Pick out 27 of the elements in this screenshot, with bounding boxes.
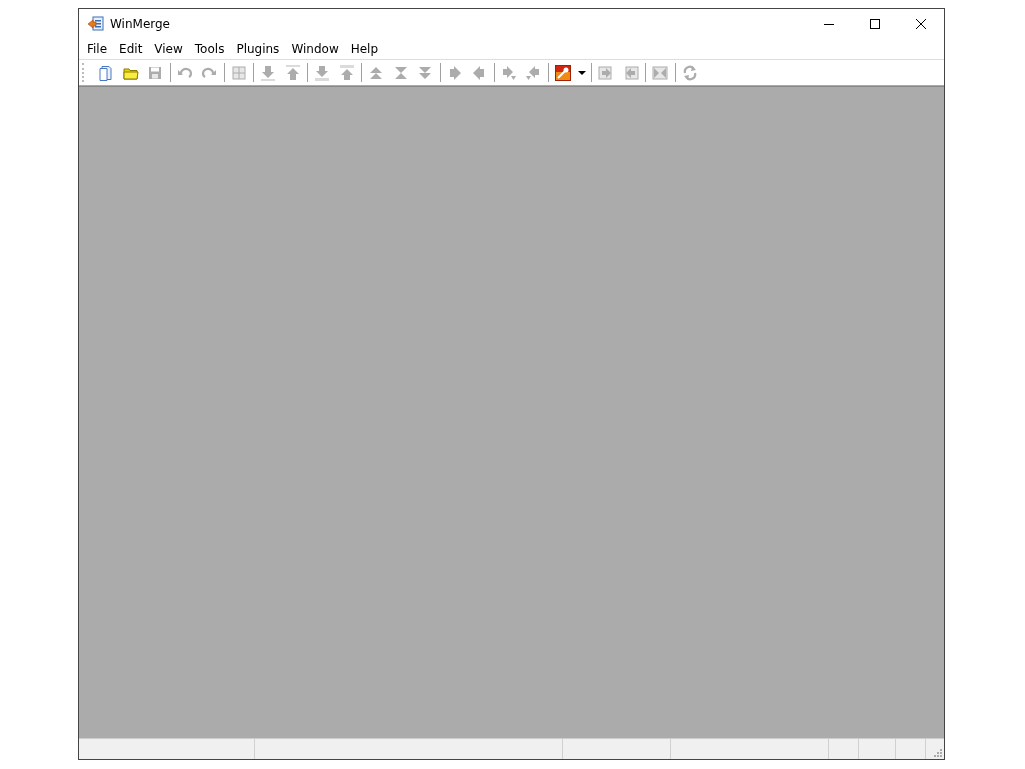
menu-item[interactable]: Plugins (230, 39, 286, 58)
new-document-icon (98, 64, 115, 81)
window-title: WinMerge (110, 16, 170, 31)
double-up-arrow-icon (368, 64, 385, 81)
resize-grip-icon[interactable] (933, 748, 943, 758)
maximize-icon (870, 18, 880, 29)
double-down-arrow-icon (417, 64, 434, 81)
wrench-icon (554, 64, 571, 81)
app-logo-icon (87, 14, 105, 33)
toolbar-grip[interactable] (82, 63, 86, 82)
down-arrow-icon (260, 64, 277, 81)
menu-item[interactable]: Edit (113, 39, 149, 58)
menu-item[interactable]: View (148, 39, 189, 58)
left-arrow-icon (525, 64, 542, 81)
caret-icon (578, 70, 586, 75)
up-arrow-icon (338, 64, 355, 81)
right-arrow-icon (500, 64, 517, 81)
panes-icon (230, 64, 247, 81)
close-icon (916, 18, 926, 29)
refresh-icon (681, 64, 698, 81)
up-arrow-icon (284, 64, 301, 81)
menu-item[interactable]: Tools (188, 39, 231, 58)
menu-item[interactable]: Help (344, 39, 385, 58)
menu-item[interactable]: File (81, 39, 114, 58)
menu-item[interactable]: Window (285, 39, 345, 58)
arrows-inward-icon (652, 64, 669, 81)
down-arrow-icon (314, 64, 331, 81)
